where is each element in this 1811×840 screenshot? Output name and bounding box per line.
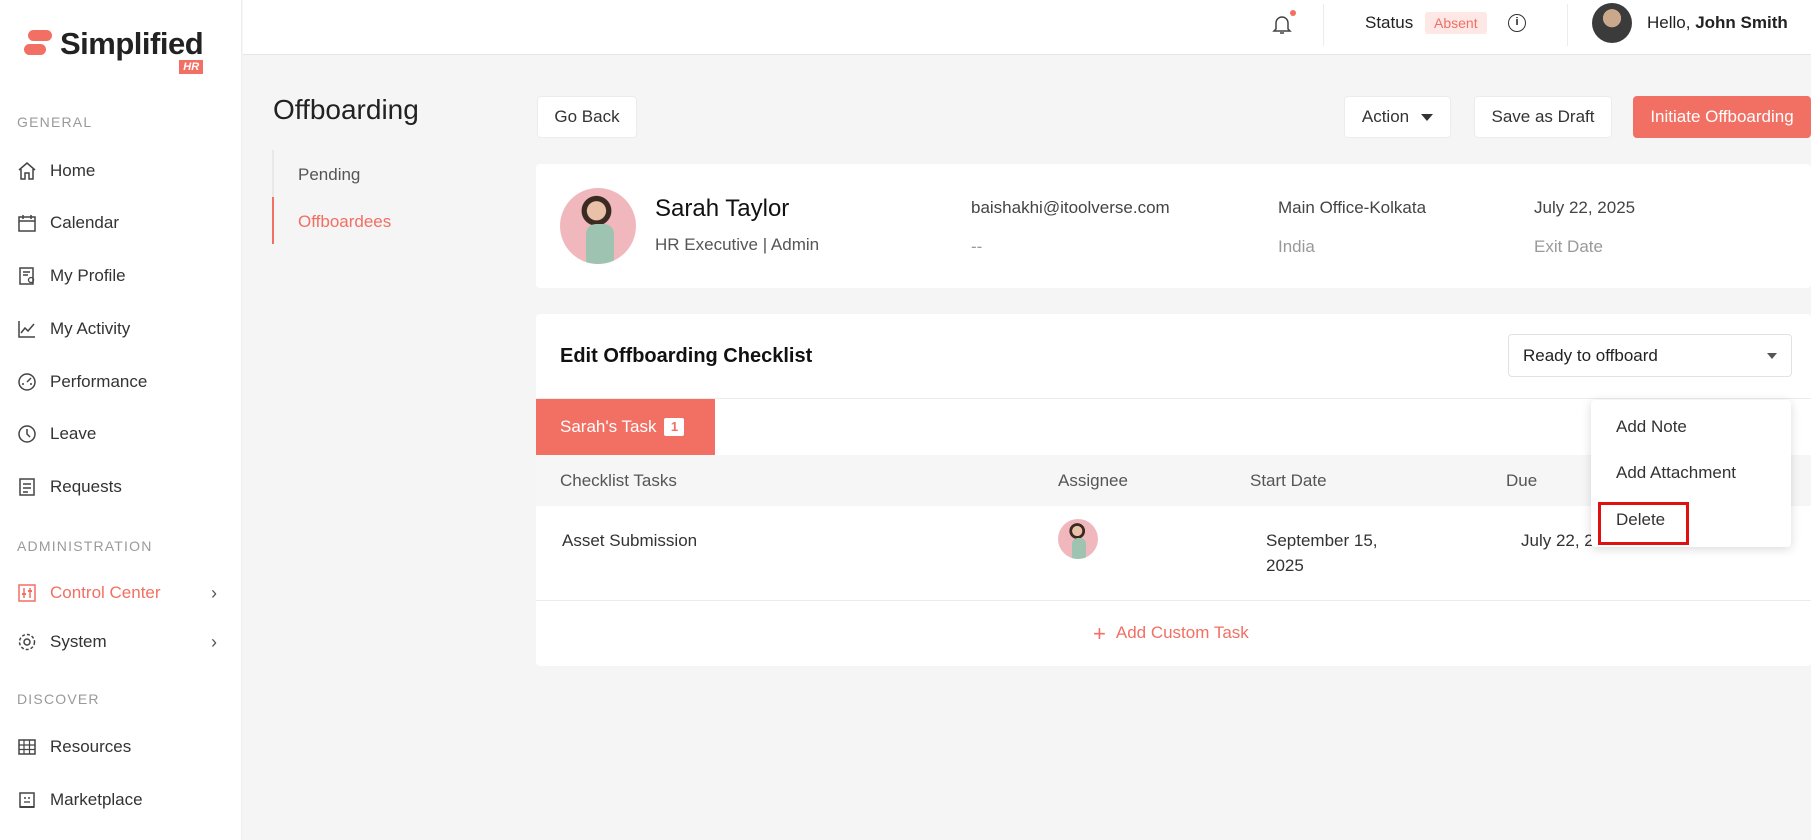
sidebar-item-label: My Activity <box>50 319 131 338</box>
status-label: Status <box>1365 13 1414 32</box>
info-icon[interactable]: i <box>1508 14 1526 32</box>
table-icon <box>17 737 37 757</box>
employee-exit-date-label: Exit Date <box>1534 237 1603 256</box>
sidebar-item-calendar[interactable]: Calendar <box>17 209 225 237</box>
employee-office: Main Office-Kolkata <box>1278 198 1427 217</box>
select-value: Ready to offboard <box>1523 345 1658 365</box>
sidebar-item-label: My Profile <box>50 266 126 285</box>
section-administration: ADMINISTRATION <box>17 538 153 554</box>
sidebar: Simplified HR GENERAL Home Calendar My P… <box>0 0 242 840</box>
logo[interactable]: Simplified HR <box>24 26 204 74</box>
greeting-text: Hello, <box>1647 13 1691 32</box>
bell-icon[interactable] <box>1270 12 1294 36</box>
section-general: GENERAL <box>17 114 93 130</box>
save-as-draft-button[interactable]: Save as Draft <box>1474 96 1612 138</box>
task-start-date-line1: September 15, <box>1266 531 1378 550</box>
page-title: Offboarding <box>273 94 419 125</box>
menu-item-add-note[interactable]: Add Note <box>1616 417 1687 437</box>
tab-label: Sarah's Task <box>560 417 657 436</box>
column-header-assignee: Assignee <box>1058 471 1128 490</box>
sidebar-item-marketplace[interactable]: Marketplace <box>17 786 225 814</box>
plus-icon: + <box>1093 620 1106 646</box>
sidebar-item-label: Calendar <box>50 213 119 232</box>
action-label: Action <box>1361 107 1410 126</box>
sidebar-item-my-activity[interactable]: My Activity <box>17 315 225 343</box>
add-custom-task-button[interactable]: + Add Custom Task <box>1093 620 1249 646</box>
sidebar-item-label: Resources <box>50 737 132 756</box>
sidebar-item-label: Leave <box>50 424 97 443</box>
assignee-avatar[interactable] <box>1058 519 1098 559</box>
task-count-badge: 1 <box>664 418 685 436</box>
divider <box>536 398 1811 399</box>
logo-hr-badge: HR <box>179 60 204 74</box>
menu-item-add-attachment[interactable]: Add Attachment <box>1616 463 1736 483</box>
header-divider <box>1323 4 1324 46</box>
sidebar-item-performance[interactable]: Performance <box>17 368 225 396</box>
subnav-offboardees[interactable]: Offboardees <box>298 212 391 232</box>
gear-icon <box>17 632 37 652</box>
action-dropdown-button[interactable]: Action <box>1344 96 1451 138</box>
sidebar-item-resources[interactable]: Resources <box>17 733 225 761</box>
chevron-right-icon: › <box>211 631 217 652</box>
profile-icon <box>17 266 37 286</box>
subnav-pending[interactable]: Pending <box>298 165 360 185</box>
user-greeting[interactable]: Hello, John Smith <box>1647 13 1788 33</box>
sidebar-item-requests[interactable]: Requests <box>17 473 225 501</box>
caret-down-icon <box>1767 353 1777 359</box>
column-header-due: Due <box>1506 471 1538 490</box>
sliders-icon <box>17 583 37 603</box>
sidebar-item-label: Control Center <box>50 583 161 602</box>
clock-icon <box>17 424 37 444</box>
sidebar-item-home[interactable]: Home <box>17 157 225 185</box>
sidebar-item-label: System <box>50 632 107 651</box>
header-divider <box>1567 4 1568 46</box>
employee-card <box>536 164 1811 288</box>
column-header-start-date: Start Date <box>1250 471 1327 490</box>
employee-exit-date: July 22, 2025 <box>1534 198 1636 217</box>
home-icon <box>17 161 37 181</box>
delete-highlight-box <box>1598 502 1689 545</box>
employee-email: baishakhi@itoolverse.com <box>971 198 1170 217</box>
top-header: Status Absent i Hello, John Smith <box>243 0 1811 55</box>
offboard-status-select[interactable]: Ready to offboard <box>1508 334 1792 377</box>
sidebar-item-control-center[interactable]: Control Center › <box>17 579 225 607</box>
sidebar-item-label: Marketplace <box>50 790 143 809</box>
column-header-tasks: Checklist Tasks <box>560 471 677 490</box>
notification-dot <box>1290 10 1296 16</box>
divider <box>536 600 1811 601</box>
tab-sarahs-task[interactable]: Sarah's Task 1 <box>536 399 715 455</box>
go-back-button[interactable]: Go Back <box>537 96 637 138</box>
sidebar-item-my-profile[interactable]: My Profile <box>17 262 225 290</box>
task-start-date-line2: 2025 <box>1266 556 1304 575</box>
checklist-title: Edit Offboarding Checklist <box>560 345 813 367</box>
requests-icon <box>17 477 37 497</box>
employee-name: Sarah Taylor <box>655 195 790 222</box>
initiate-offboarding-button[interactable]: Initiate Offboarding <box>1633 96 1811 138</box>
sidebar-item-leave[interactable]: Leave <box>17 420 225 448</box>
sidebar-item-label: Home <box>50 161 96 180</box>
sidebar-item-label: Performance <box>50 372 148 391</box>
add-task-label: Add Custom Task <box>1115 623 1249 642</box>
user-avatar[interactable] <box>1592 3 1632 43</box>
caret-down-icon <box>1421 113 1434 121</box>
sidebar-item-label: Requests <box>50 477 122 496</box>
task-due-date: July 22, 2 <box>1521 531 1594 550</box>
employee-phone: -- <box>971 237 983 256</box>
logo-mark-icon <box>24 30 52 58</box>
task-name[interactable]: Asset Submission <box>562 531 697 551</box>
status-badge: Absent <box>1425 12 1487 34</box>
sidebar-item-system[interactable]: System › <box>17 628 225 656</box>
employee-country: India <box>1278 237 1315 256</box>
gauge-icon <box>17 372 37 392</box>
employee-avatar <box>560 188 636 264</box>
store-icon <box>17 790 37 810</box>
subnav-active-indicator <box>272 197 274 244</box>
section-discover: DISCOVER <box>17 691 100 707</box>
employee-role: HR Executive | Admin <box>655 235 820 254</box>
chevron-right-icon: › <box>211 582 217 603</box>
logo-text: Simplified <box>60 26 204 61</box>
activity-chart-icon <box>17 319 37 339</box>
calendar-icon <box>17 213 37 233</box>
user-name: John Smith <box>1695 13 1788 32</box>
